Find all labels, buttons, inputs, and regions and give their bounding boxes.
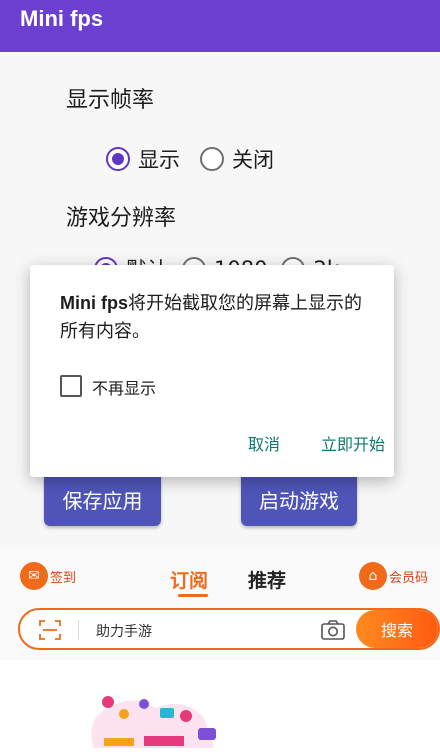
- member-code-badge[interactable]: ⌂ 会员码: [359, 562, 428, 590]
- app-title: Mini fps: [20, 6, 104, 31]
- checkin-label: 签到: [50, 570, 77, 586]
- launch-game-button[interactable]: 启动游戏: [241, 472, 357, 526]
- fps-option-show-label: 显示: [138, 148, 180, 172]
- tab-subscribe[interactable]: 订阅: [170, 566, 208, 593]
- scan-icon[interactable]: [38, 618, 62, 642]
- embedded-web-area: ✉ 签到 订阅 推荐 ⌂ 会员码 助力手游 搜索: [0, 548, 440, 752]
- search-divider: [78, 620, 79, 640]
- fps-option-off[interactable]: 关闭: [200, 144, 274, 174]
- app-bar: Mini fps: [0, 0, 440, 52]
- web-header: ✉ 签到 订阅 推荐 ⌂ 会员码 助力手游 搜索: [0, 548, 440, 660]
- start-now-button[interactable]: 立即开始: [321, 431, 385, 455]
- dont-show-again-label[interactable]: 不再显示: [92, 375, 156, 399]
- member-code-label: 会员码: [389, 570, 429, 586]
- tab-recommend[interactable]: 推荐: [248, 566, 286, 593]
- dialog-app-name: Mini fps: [60, 293, 128, 313]
- search-button[interactable]: 搜索: [356, 610, 438, 648]
- gift-icon: ✉: [20, 562, 48, 590]
- dialog-message: Mini fps将开始截取您的屏幕上显示的所有内容。: [60, 289, 378, 346]
- dont-show-again-checkbox[interactable]: [60, 375, 82, 397]
- fps-option-show[interactable]: 显示: [106, 144, 180, 174]
- radio-checked-icon[interactable]: [106, 147, 130, 171]
- cancel-button[interactable]: 取消: [248, 431, 280, 455]
- fps-section-label: 显示帧率: [66, 88, 155, 113]
- screen-capture-dialog: Mini fps将开始截取您的屏幕上显示的所有内容。 不再显示 取消 立即开始: [30, 265, 394, 477]
- active-tab-indicator: [178, 594, 208, 597]
- fps-radio-group: 显示 关闭: [106, 144, 294, 174]
- save-apply-button[interactable]: 保存应用: [44, 472, 161, 526]
- search-bar[interactable]: 助力手游 搜索: [18, 608, 440, 650]
- camera-icon[interactable]: [320, 618, 346, 642]
- radio-unchecked-icon[interactable]: [200, 147, 224, 171]
- search-input[interactable]: 助力手游: [96, 621, 152, 641]
- resolution-section-label: 游戏分辨率: [66, 206, 177, 231]
- store-icon: ⌂: [359, 562, 387, 590]
- fps-option-off-label: 关闭: [232, 148, 274, 172]
- promo-logo-image: [91, 696, 216, 748]
- checkin-badge[interactable]: ✉ 签到: [20, 562, 76, 590]
